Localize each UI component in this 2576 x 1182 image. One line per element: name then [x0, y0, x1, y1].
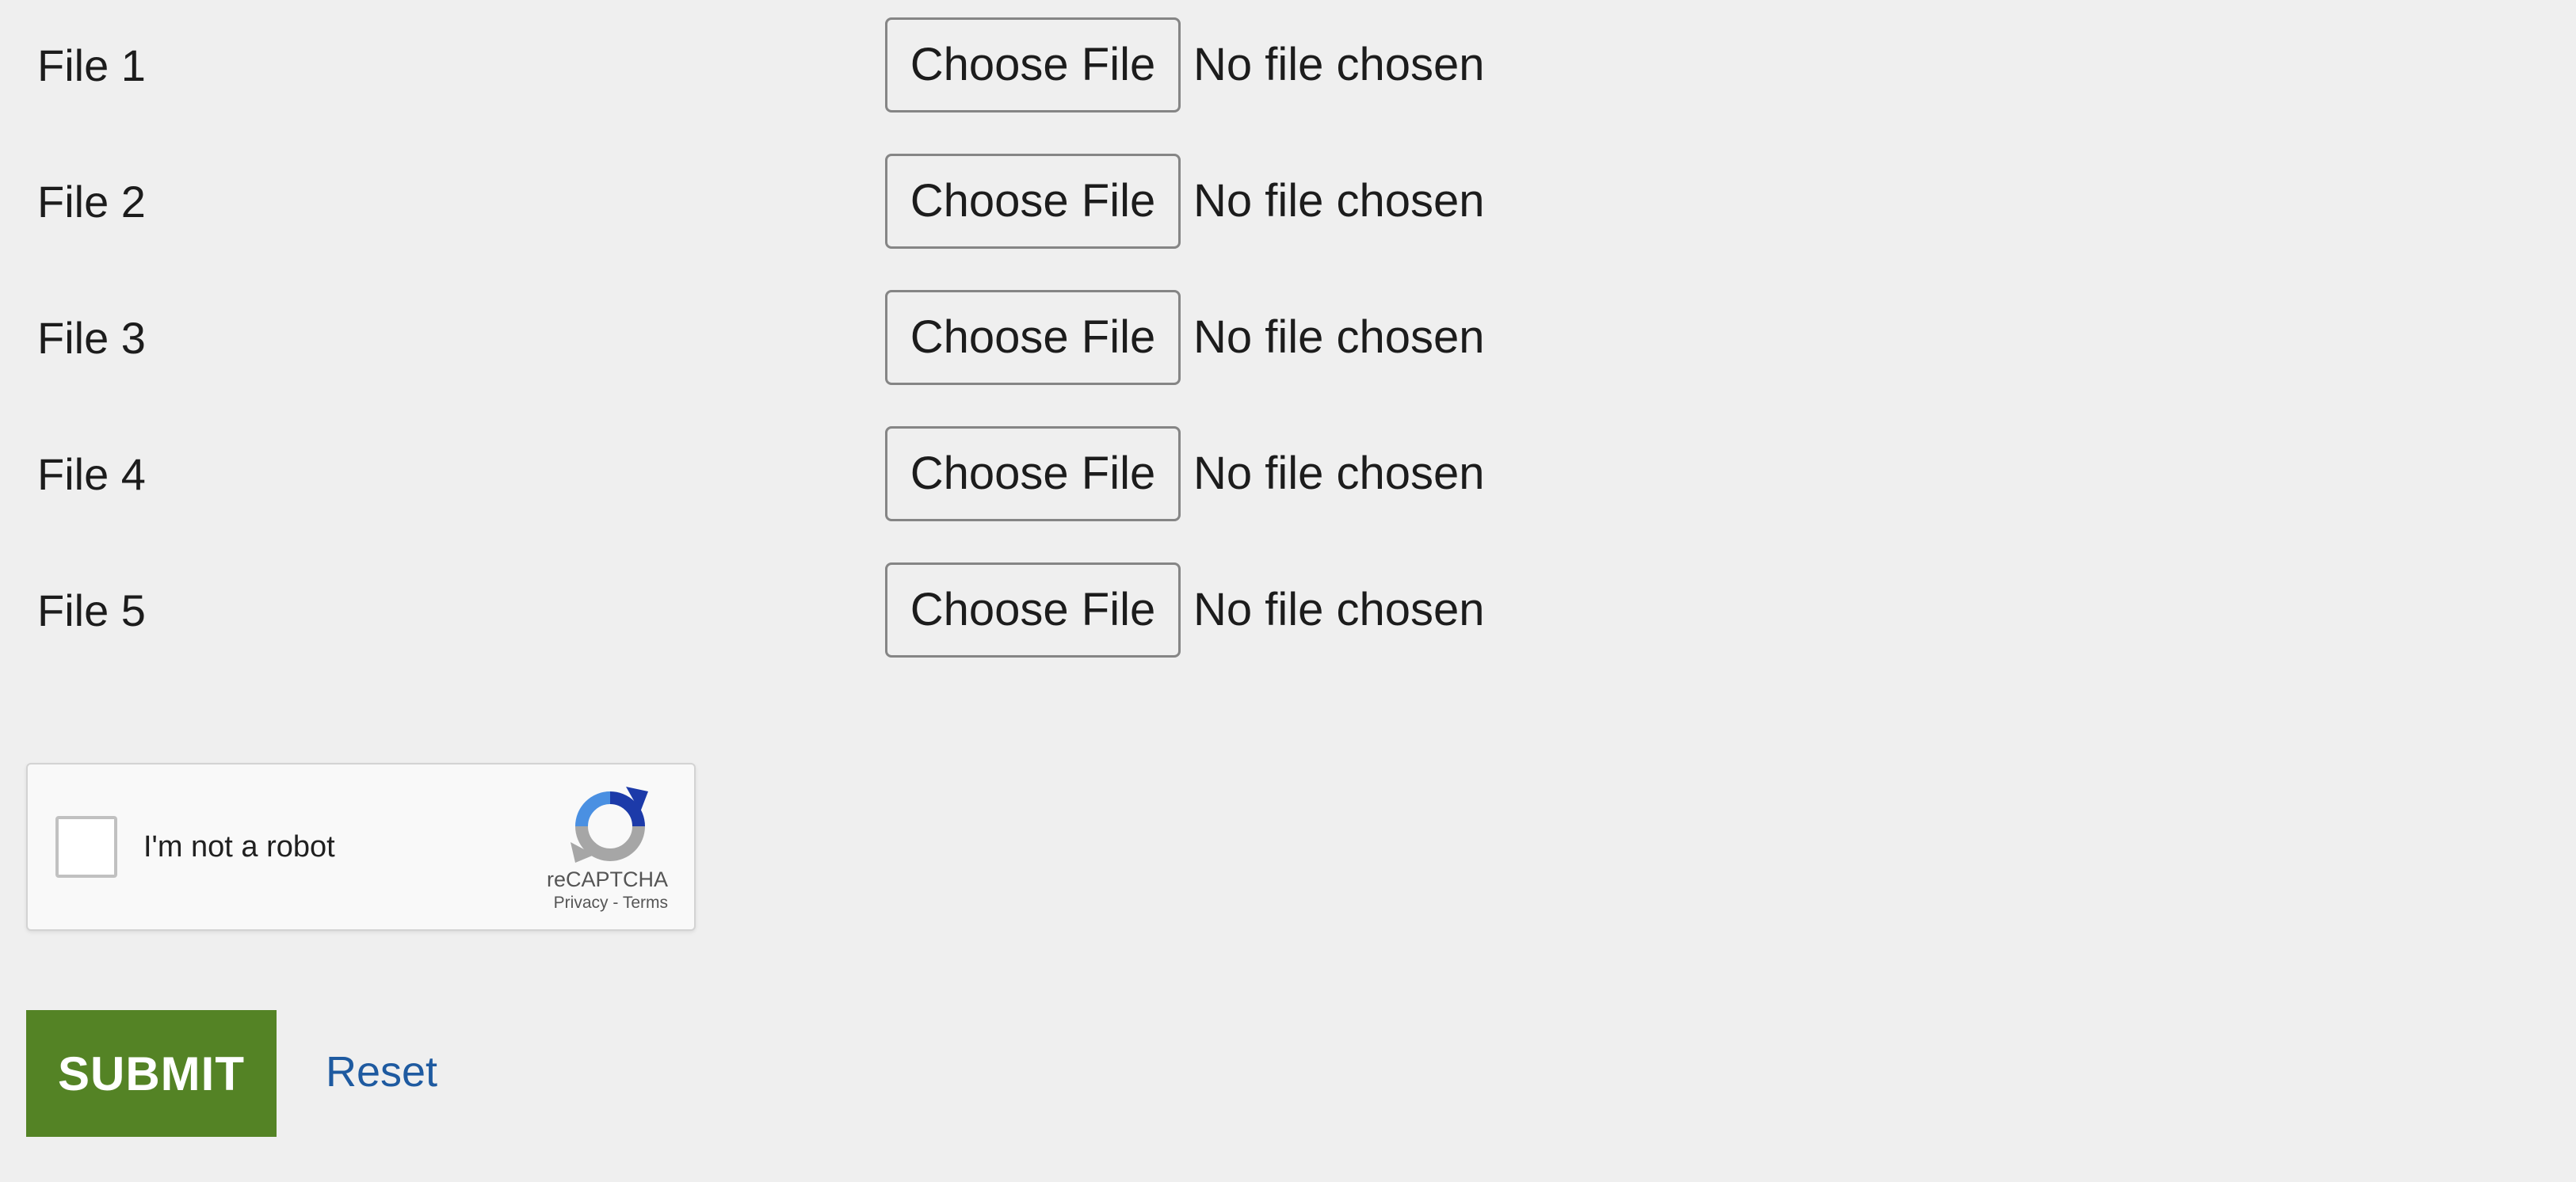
- file-row-5: File 5 Choose File No file chosen: [0, 545, 2576, 658]
- choose-file-3-button[interactable]: Choose File: [885, 290, 1181, 385]
- recaptcha-checkbox[interactable]: [55, 816, 117, 878]
- file-2-label: File 2: [37, 177, 146, 227]
- file-4-label: File 4: [37, 449, 146, 499]
- file-5-status: No file chosen: [1193, 584, 1485, 635]
- recaptcha-widget: I'm not a robot reCAPTCHA Privacy - Term…: [26, 763, 696, 931]
- file-row-3: File 3 Choose File No file chosen: [0, 273, 2576, 385]
- file-row-1: File 1 Choose File No file chosen: [0, 0, 2576, 112]
- choose-file-4-button[interactable]: Choose File: [885, 426, 1181, 521]
- file-1-label: File 1: [37, 40, 146, 90]
- recaptcha-links-separator: -: [608, 894, 623, 912]
- file-row-4: File 4 Choose File No file chosen: [0, 409, 2576, 521]
- choose-file-1-button[interactable]: Choose File: [885, 17, 1181, 112]
- file-5-label: File 5: [37, 585, 146, 635]
- recaptcha-label: I'm not a robot: [143, 830, 335, 864]
- recaptcha-terms-link[interactable]: Terms: [623, 894, 668, 912]
- recaptcha-logo-icon: [571, 787, 648, 863]
- recaptcha-brand: reCAPTCHA: [546, 867, 668, 891]
- file-2-status: No file chosen: [1193, 175, 1485, 227]
- choose-file-5-button[interactable]: Choose File: [885, 562, 1181, 658]
- file-row-2: File 2 Choose File No file chosen: [0, 136, 2576, 249]
- choose-file-2-button[interactable]: Choose File: [885, 154, 1181, 249]
- submit-button[interactable]: SUBMIT: [26, 1010, 277, 1137]
- file-3-label: File 3: [37, 313, 146, 363]
- recaptcha-privacy-link[interactable]: Privacy: [554, 894, 609, 912]
- file-4-status: No file chosen: [1193, 448, 1485, 499]
- recaptcha-links: Privacy - Terms: [554, 893, 668, 913]
- reset-link[interactable]: Reset: [326, 1044, 437, 1100]
- file-3-status: No file chosen: [1193, 311, 1485, 363]
- file-1-status: No file chosen: [1193, 39, 1485, 90]
